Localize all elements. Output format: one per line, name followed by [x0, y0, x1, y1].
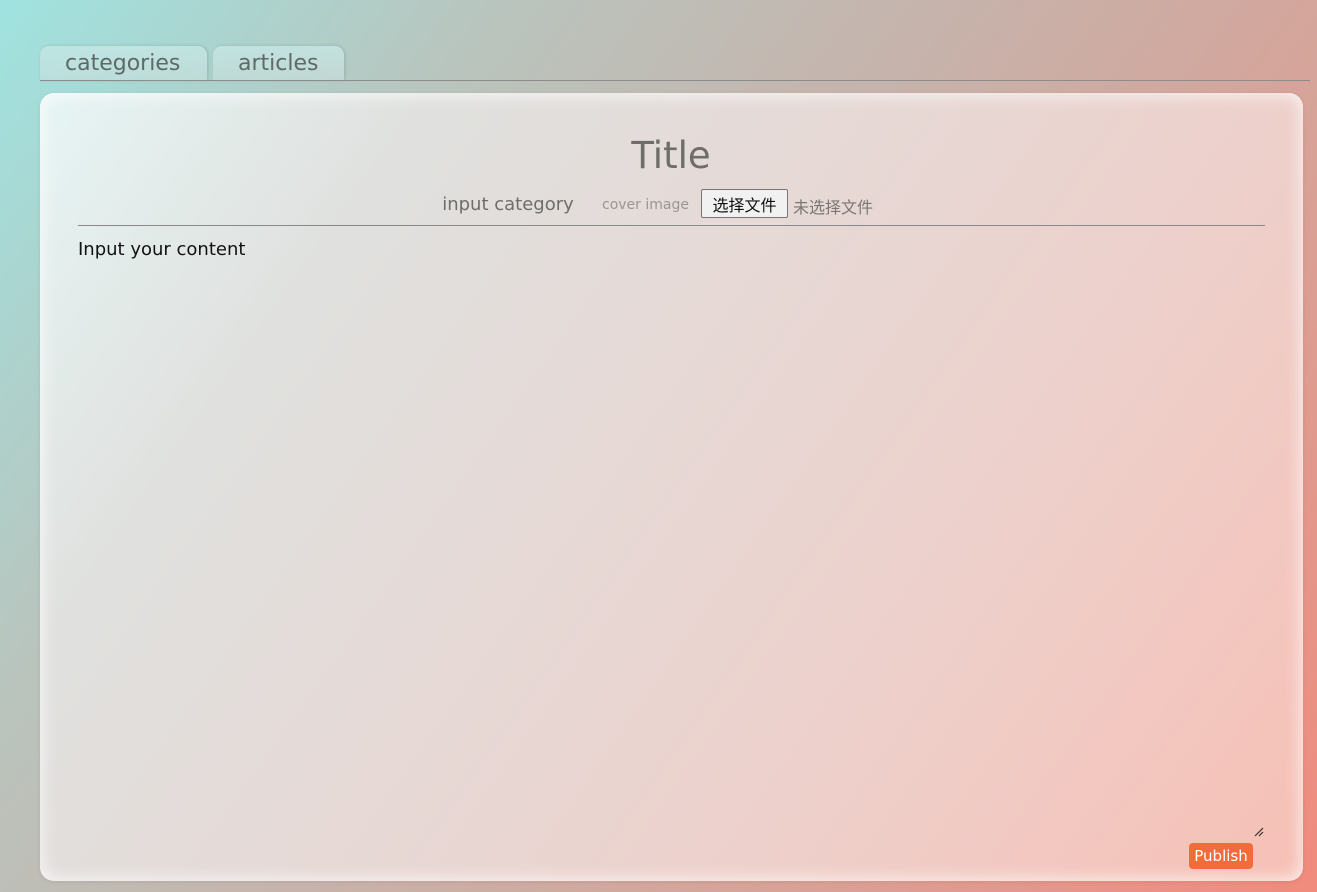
tab-categories[interactable]: categories [40, 46, 207, 80]
content-textarea[interactable] [78, 238, 1265, 836]
tab-categories-label: categories [65, 50, 181, 76]
publish-button[interactable]: Publish [1189, 843, 1253, 869]
resize-handle-icon[interactable] [1253, 826, 1265, 838]
category-input[interactable] [428, 191, 588, 217]
tab-bar-divider [40, 80, 1310, 81]
choose-file-button[interactable]: 选择文件 [701, 189, 788, 218]
article-editor-card: cover image 选择文件 未选择文件 Publish [40, 93, 1303, 881]
header-divider [78, 225, 1265, 226]
file-status-text: 未选择文件 [793, 198, 874, 217]
tab-articles-label: articles [238, 50, 319, 76]
tab-articles[interactable]: articles [213, 46, 344, 80]
cover-image-label: cover image [602, 197, 689, 213]
tab-bar: categories articles [40, 46, 344, 80]
title-input[interactable] [471, 131, 871, 179]
